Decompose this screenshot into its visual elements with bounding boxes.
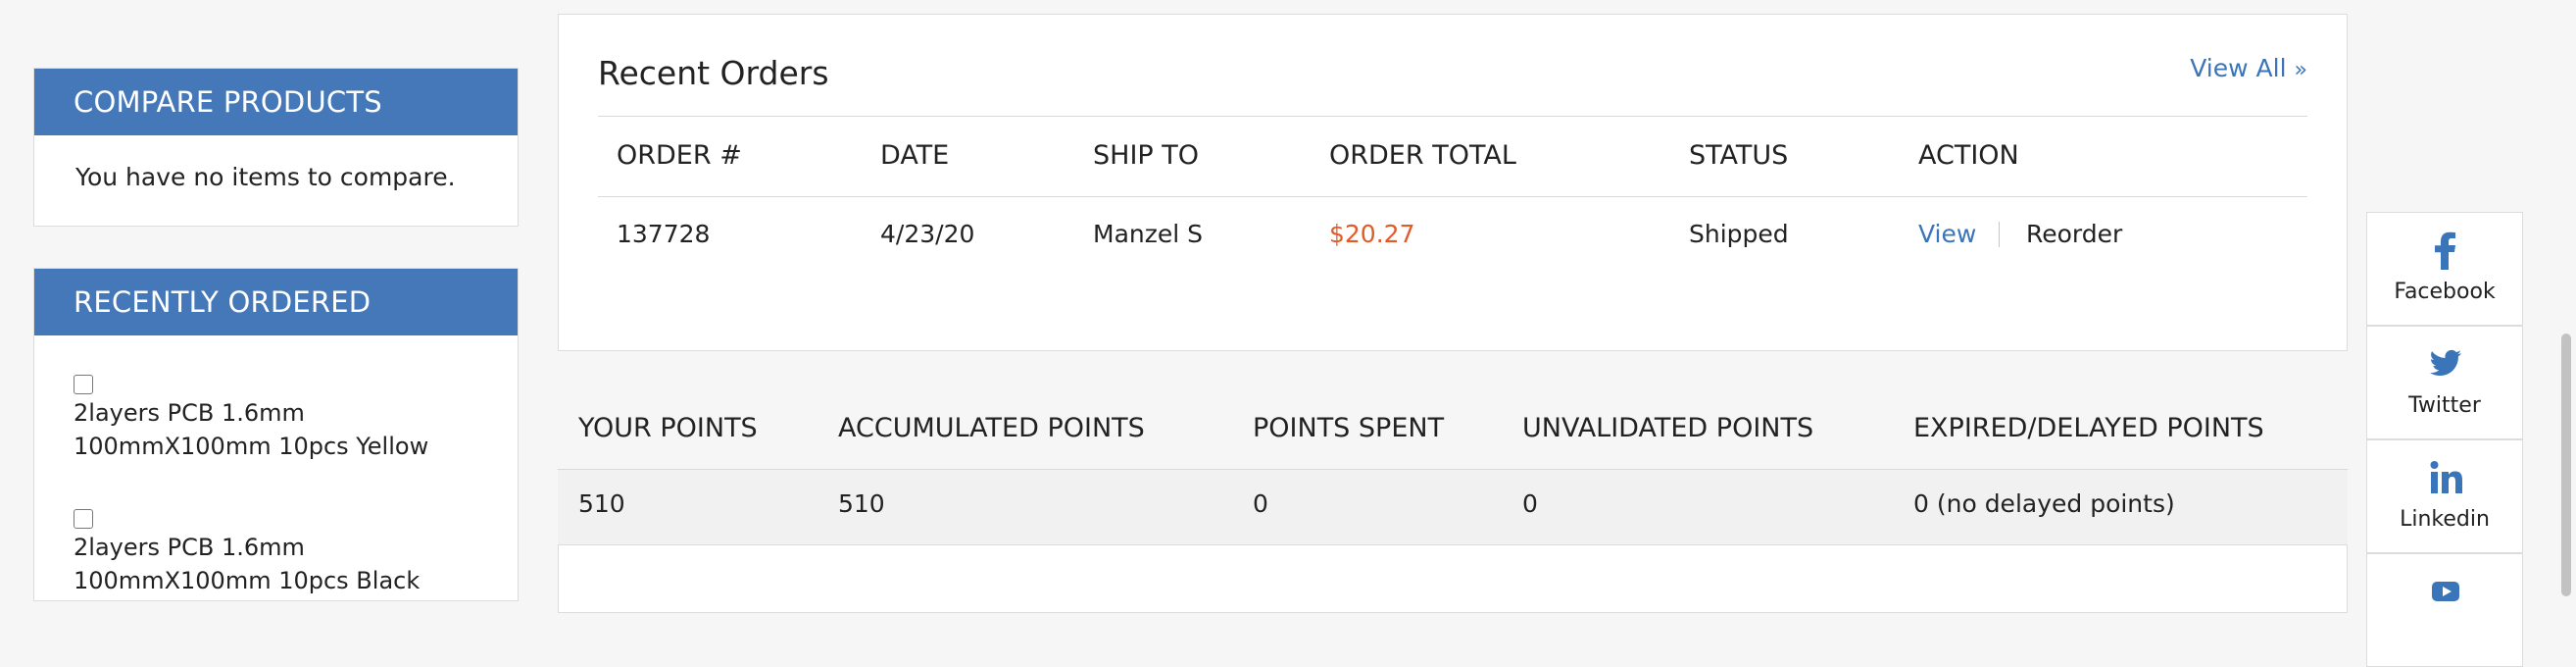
points-value-your: 510 (578, 489, 625, 518)
column-header-order: ORDER # (617, 140, 742, 171)
linkedin-label: Linkedin (2400, 507, 2490, 532)
points-value-accumulated: 510 (838, 489, 885, 518)
view-all-link[interactable]: View All » (2190, 54, 2307, 82)
points-header-expired: EXPIRED/DELAYED POINTS (1913, 413, 2264, 443)
twitter-button[interactable]: Twitter (2366, 326, 2523, 439)
order-date: 4/23/20 (880, 220, 975, 248)
youtube-button[interactable] (2366, 553, 2523, 667)
column-header-action: ACTION (1918, 140, 2019, 171)
view-order-link[interactable]: View (1918, 220, 1976, 248)
recent-orders-title: Recent Orders (598, 54, 829, 92)
linkedin-icon (2430, 461, 2462, 493)
action-separator (1999, 222, 2000, 247)
column-header-order-total: ORDER TOTAL (1329, 140, 1516, 171)
points-header-spent: POINTS SPENT (1253, 413, 1445, 443)
reorder-link[interactable]: Reorder (2026, 220, 2122, 248)
recently-ordered-block: RECENTLY ORDERED 2layers PCB 1.6mm 100mm… (33, 268, 519, 601)
order-number: 137728 (617, 220, 711, 248)
points-header-unvalidated: UNVALIDATED POINTS (1522, 413, 1814, 443)
recently-ordered-item-name: 2layers PCB 1.6mm 100mmX100mm 10pcs Yell… (74, 399, 429, 460)
points-header-accumulated: ACCUMULATED POINTS (838, 413, 1145, 443)
page-scrollbar[interactable] (2556, 0, 2576, 596)
points-table: YOUR POINTS ACCUMULATED POINTS POINTS SP… (558, 387, 2348, 544)
order-ship-to: Manzel S (1093, 220, 1203, 248)
view-all-label: View All (2190, 54, 2287, 82)
points-value-unvalidated: 0 (1522, 489, 1538, 518)
facebook-label: Facebook (2394, 280, 2496, 304)
order-total: $20.27 (1329, 220, 1415, 248)
points-header-your: YOUR POINTS (578, 413, 758, 443)
facebook-button[interactable]: Facebook (2366, 212, 2523, 326)
compare-products-title: COMPARE PRODUCTS (34, 69, 518, 135)
recent-orders-card: Recent Orders View All » ORDER # DATE SHI… (558, 14, 2348, 351)
order-status: Shipped (1689, 220, 1789, 248)
recently-ordered-item: 2layers PCB 1.6mm 100mmX100mm 10pcs Blac… (74, 509, 505, 597)
linkedin-button[interactable]: Linkedin (2366, 439, 2523, 553)
column-header-status: STATUS (1689, 140, 1789, 171)
facebook-icon (2435, 231, 2455, 270)
compare-empty-message: You have no items to compare. (75, 163, 456, 191)
recently-ordered-title: RECENTLY ORDERED (34, 269, 518, 335)
column-header-date: DATE (880, 140, 950, 171)
twitter-label: Twitter (2408, 393, 2481, 418)
points-value-spent: 0 (1253, 489, 1268, 518)
recently-ordered-checkbox[interactable] (74, 509, 93, 529)
twitter-icon (2430, 349, 2461, 376)
divider (598, 196, 2307, 197)
recently-ordered-item-name: 2layers PCB 1.6mm 100mmX100mm 10pcs Blac… (74, 534, 421, 594)
recently-ordered-checkbox[interactable] (74, 375, 93, 394)
recently-ordered-item: 2layers PCB 1.6mm 100mmX100mm 10pcs Yell… (74, 375, 505, 463)
youtube-icon (2432, 582, 2459, 601)
points-value-expired: 0 (no delayed points) (1913, 489, 2175, 518)
content-card (558, 544, 2348, 613)
divider (598, 116, 2307, 117)
double-chevron-right-icon: » (2294, 58, 2307, 82)
scrollbar-thumb[interactable] (2561, 334, 2571, 596)
compare-products-block: COMPARE PRODUCTS You have no items to co… (33, 68, 519, 227)
column-header-ship-to: SHIP TO (1093, 140, 1200, 171)
